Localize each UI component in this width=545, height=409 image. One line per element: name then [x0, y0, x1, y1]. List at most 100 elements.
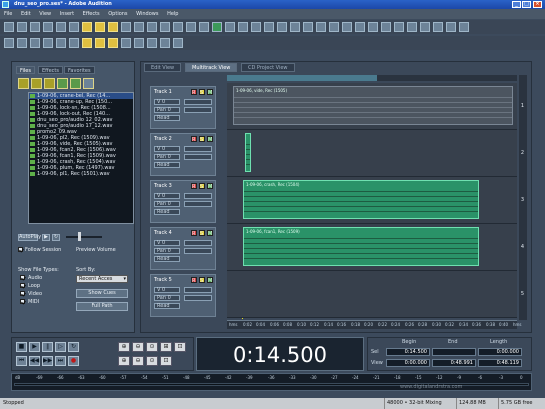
go-to-end-button[interactable]: ⏭: [55, 356, 66, 366]
volume-field[interactable]: V 0: [154, 193, 180, 199]
mute-button[interactable]: M: [207, 277, 213, 284]
type-video-checkbox[interactable]: [20, 291, 25, 296]
solo-button[interactable]: S: [199, 136, 205, 143]
toolbar1-tool-icon-11[interactable]: [134, 22, 144, 32]
sort-by-select[interactable]: Recent Acces ▾: [76, 275, 128, 283]
toolbar2-tool-icon-12[interactable]: [147, 38, 157, 48]
toolbar1-tool-icon-35[interactable]: [446, 22, 456, 32]
volume-field[interactable]: V 0: [154, 146, 180, 152]
follow-session-checkbox[interactable]: [18, 247, 23, 252]
toolbar1-tool-icon-25[interactable]: [316, 22, 326, 32]
track-header[interactable]: Track 5 RSM V 0 Pan 0 Read: [150, 274, 216, 317]
toolbar1-tool-icon-21[interactable]: [264, 22, 274, 32]
automation-mode[interactable]: Read: [154, 115, 180, 121]
toolbar2-tool-icon-2[interactable]: [17, 38, 27, 48]
toolbar2-tool-icon-9[interactable]: [108, 38, 118, 48]
input-select[interactable]: [184, 287, 212, 293]
toolbar1-tool-icon-20[interactable]: [251, 22, 261, 32]
audio-clip[interactable]: 1-09-06, fcan1, Rec (1509): [243, 227, 479, 266]
output-select[interactable]: [184, 248, 212, 254]
type-audio-checkbox[interactable]: [20, 275, 25, 280]
loop-preview-button[interactable]: ↻: [52, 234, 60, 241]
solo-button[interactable]: S: [199, 89, 205, 96]
sel-length-field[interactable]: 0:00.000: [478, 348, 522, 356]
toolbar1-tool-icon-33[interactable]: [420, 22, 430, 32]
rewind-button[interactable]: ◀◀: [29, 356, 40, 366]
full-path-button[interactable]: Full Path: [76, 302, 128, 311]
import-file-icon[interactable]: [31, 78, 42, 89]
input-select[interactable]: [184, 146, 212, 152]
toolbar1-tool-icon-27[interactable]: [342, 22, 352, 32]
record-arm-button[interactable]: R: [191, 89, 197, 96]
output-select[interactable]: [184, 107, 212, 113]
file-list-item[interactable]: 1-09-06, pl1, Rec (1501).wav: [29, 171, 133, 177]
toolbar2-tool-icon-10[interactable]: [121, 38, 131, 48]
sel-begin-field[interactable]: 0:14.500: [386, 348, 430, 356]
record-arm-button[interactable]: R: [191, 230, 197, 237]
play-preview-icon[interactable]: [57, 78, 68, 89]
menu-options[interactable]: Options: [108, 11, 127, 17]
output-select[interactable]: [184, 154, 212, 160]
toolbar2-tool-icon-4[interactable]: [43, 38, 53, 48]
audio-clip[interactable]: [245, 133, 251, 172]
toolbar1-tool-icon-10[interactable]: [121, 22, 131, 32]
tab-files[interactable]: Files: [16, 66, 35, 74]
close-file-icon[interactable]: [44, 78, 55, 89]
menu-effects[interactable]: Effects: [83, 11, 100, 17]
toolbar1-tool-icon-28[interactable]: [355, 22, 365, 32]
play-preview-button[interactable]: ▶: [42, 234, 50, 241]
volume-field[interactable]: V 0: [154, 240, 180, 246]
fast-forward-button[interactable]: ▶▶: [42, 356, 53, 366]
type-midi-checkbox[interactable]: [20, 299, 25, 304]
tab-favorites[interactable]: Favorites: [64, 66, 95, 74]
close-button[interactable]: ×: [533, 1, 542, 8]
toolbar1-tool-icon-12[interactable]: [147, 22, 157, 32]
output-select[interactable]: [184, 295, 212, 301]
zoom-out-full-icon[interactable]: ⊙: [146, 356, 158, 366]
show-cues-button[interactable]: Show Cues: [76, 289, 128, 298]
autoplay-button[interactable]: AutoPlay: [18, 234, 41, 241]
toolbar1-tool-icon-1[interactable]: [4, 22, 14, 32]
zoom-in-horizontal-icon[interactable]: ⊕: [118, 342, 130, 352]
type-loop-checkbox[interactable]: [20, 283, 25, 288]
automation-mode[interactable]: Read: [154, 256, 180, 262]
record-button[interactable]: ●: [68, 356, 79, 366]
toolbar2-tool-icon-3[interactable]: [30, 38, 40, 48]
file-list[interactable]: 1-09-06, crane-bel, Rec (14... 1-09-06, c…: [28, 92, 134, 224]
toolbar2-tool-icon-1[interactable]: [4, 38, 14, 48]
volume-field[interactable]: V 0: [154, 99, 180, 105]
zoom-right-icon[interactable]: ⊡: [160, 356, 172, 366]
mute-button[interactable]: M: [207, 136, 213, 143]
zoom-selection-icon[interactable]: ⊞: [160, 342, 172, 352]
sel-end-field[interactable]: [432, 348, 476, 356]
preview-volume-knob[interactable]: [78, 232, 81, 241]
mute-button[interactable]: M: [207, 230, 213, 237]
pan-field[interactable]: Pan 0: [154, 295, 180, 301]
track-header[interactable]: Track 2 RSM V 0 Pan 0 Read: [150, 133, 216, 176]
solo-button[interactable]: S: [199, 230, 205, 237]
toolbar1-tool-icon-36[interactable]: [459, 22, 469, 32]
toolbar1-tool-icon-14[interactable]: [173, 22, 183, 32]
toolbar1-tool-icon-8[interactable]: [95, 22, 105, 32]
volume-field[interactable]: V 0: [154, 287, 180, 293]
toolbar2-tool-icon-14[interactable]: [173, 38, 183, 48]
toolbar1-tool-icon-13[interactable]: [160, 22, 170, 32]
automation-mode[interactable]: Read: [154, 162, 180, 168]
toolbar1-tool-icon-9[interactable]: [108, 22, 118, 32]
toolbar1-tool-icon-24[interactable]: [303, 22, 313, 32]
pause-button[interactable]: ∥: [42, 342, 53, 352]
menu-view[interactable]: View: [39, 11, 51, 17]
track-lane[interactable]: 1-09-06, crash, Rec (1504): [227, 177, 517, 224]
menu-insert[interactable]: Insert: [60, 11, 74, 17]
tab-cd-project-view[interactable]: CD Project View: [241, 63, 295, 72]
output-select[interactable]: [184, 201, 212, 207]
track-header[interactable]: Track 3 RSM V 0 Pan 0 Read: [150, 180, 216, 223]
track-header[interactable]: Track 1 RSM V 0 Pan 0 Read: [150, 86, 216, 129]
open-file-icon[interactable]: [18, 78, 29, 89]
view-begin-field[interactable]: 0:00.000: [386, 359, 430, 367]
toolbar1-tool-icon-30[interactable]: [381, 22, 391, 32]
track-lane[interactable]: [227, 271, 517, 318]
toolbar1-tool-icon-3[interactable]: [30, 22, 40, 32]
toolbar1-tool-icon-5[interactable]: [56, 22, 66, 32]
zoom-left-icon[interactable]: ⊡: [174, 342, 186, 352]
